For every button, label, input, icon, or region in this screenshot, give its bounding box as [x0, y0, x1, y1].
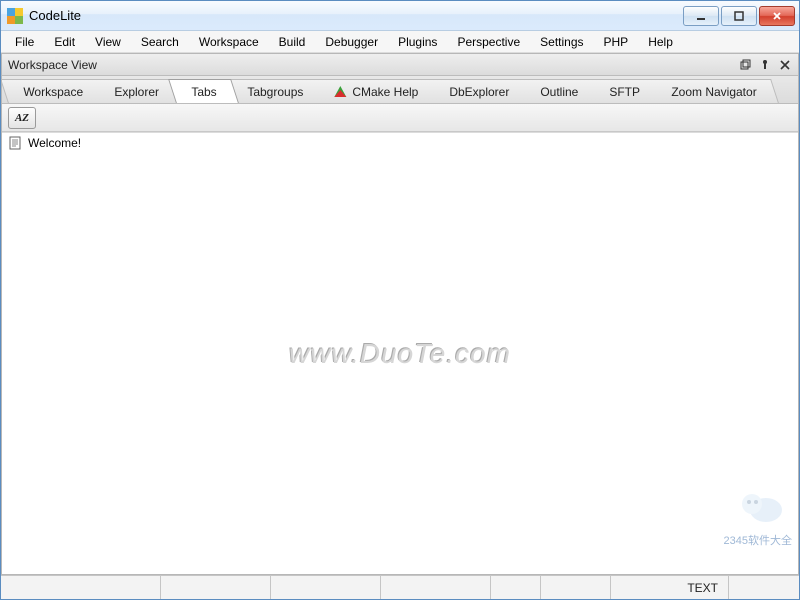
status-cell-4 [491, 576, 541, 599]
tab-workspace[interactable]: Workspace [2, 79, 106, 103]
menu-plugins[interactable]: Plugins [390, 33, 445, 51]
menu-file[interactable]: File [7, 33, 42, 51]
panel-pin-icon[interactable] [758, 58, 772, 72]
minimize-button[interactable] [683, 6, 719, 26]
tab-tabgroups[interactable]: Tabgroups [225, 79, 326, 103]
statusbar: TEXT [1, 575, 799, 599]
tab-zoom-navigator[interactable]: Zoom Navigator [649, 79, 779, 103]
workspace-view-panel: Workspace View Workspace Explorer Tabs T… [1, 53, 799, 575]
cmake-icon [334, 85, 346, 99]
tab-cmake-help[interactable]: CMake Help [312, 79, 441, 103]
document-icon [8, 136, 22, 150]
app-icon [7, 8, 23, 24]
content-area[interactable]: Welcome! www.DuoTe.com 2345软件大全 [2, 132, 798, 574]
menu-settings[interactable]: Settings [532, 33, 591, 51]
status-cell-3 [381, 576, 491, 599]
watermark-text: www.DuoTe.com [289, 338, 511, 370]
sort-button-label: AZ [15, 112, 29, 124]
window-controls [683, 6, 795, 26]
panel-title: Workspace View [8, 58, 97, 72]
site-badge: 2345软件大全 [724, 532, 792, 548]
maximize-button[interactable] [721, 6, 757, 26]
sort-button[interactable]: AZ [8, 107, 36, 129]
close-button[interactable] [759, 6, 795, 26]
tab-explorer[interactable]: Explorer [92, 79, 181, 103]
status-cell-7 [729, 576, 799, 599]
tabstrip: Workspace Explorer Tabs Tabgroups CMake … [2, 76, 798, 104]
status-cell-2 [271, 576, 381, 599]
menu-view[interactable]: View [87, 33, 129, 51]
window-title: CodeLite [29, 8, 81, 23]
status-cell-1 [161, 576, 271, 599]
menu-search[interactable]: Search [133, 33, 187, 51]
panel-restore-icon[interactable] [738, 58, 752, 72]
status-cell-text: TEXT [611, 576, 729, 599]
menu-build[interactable]: Build [271, 33, 314, 51]
tab-tabs[interactable]: Tabs [168, 79, 239, 103]
status-cell-0 [1, 576, 161, 599]
menu-workspace[interactable]: Workspace [191, 33, 267, 51]
menu-help[interactable]: Help [640, 33, 681, 51]
menu-debugger[interactable]: Debugger [317, 33, 386, 51]
menu-perspective[interactable]: Perspective [449, 33, 528, 51]
app-window: CodeLite File Edit View Search Workspace… [0, 0, 800, 600]
panel-close-icon[interactable] [778, 58, 792, 72]
menu-edit[interactable]: Edit [46, 33, 83, 51]
panel-toolbar: AZ [2, 104, 798, 132]
mascot-icon [732, 484, 792, 526]
list-item-label: Welcome! [28, 136, 81, 150]
tab-dbexplorer[interactable]: DbExplorer [427, 79, 532, 103]
titlebar[interactable]: CodeLite [1, 1, 799, 31]
menu-php[interactable]: PHP [596, 33, 637, 51]
menubar: File Edit View Search Workspace Build De… [1, 31, 799, 53]
status-cell-5 [541, 576, 611, 599]
panel-header: Workspace View [2, 54, 798, 76]
list-item[interactable]: Welcome! [2, 133, 798, 153]
